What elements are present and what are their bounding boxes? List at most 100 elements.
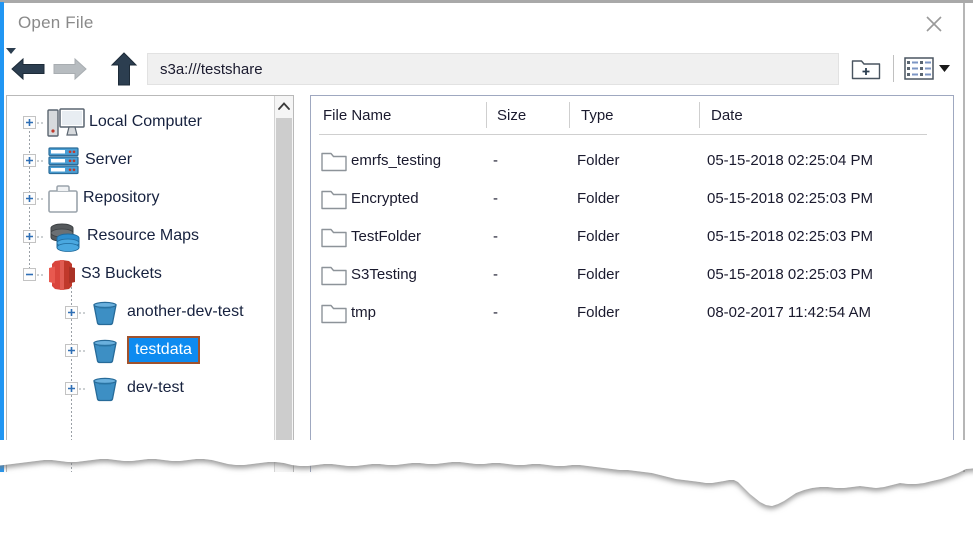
- cell-size: -: [493, 152, 498, 169]
- folder-icon: [321, 226, 347, 253]
- chevron-down-icon: [6, 48, 16, 55]
- arrow-left-icon: [10, 55, 46, 83]
- aws-s3-icon: [47, 259, 77, 291]
- cell-type: Folder: [577, 152, 620, 169]
- expand-toggle[interactable]: [23, 230, 36, 243]
- chevron-up-icon: [278, 102, 290, 110]
- column-header-date[interactable]: Date: [711, 107, 743, 124]
- window-right-border: [963, 3, 965, 472]
- address-input[interactable]: s3a:///testshare: [147, 53, 839, 85]
- sidebar-item-local-computer[interactable]: Local Computer: [7, 104, 275, 142]
- cell-date: 05-15-2018 02:25:03 PM: [707, 228, 873, 245]
- window-right-margin: [966, 3, 973, 472]
- window-title: Open File: [18, 13, 94, 33]
- collapse-toggle[interactable]: [23, 268, 36, 281]
- column-header-file-name[interactable]: File Name: [323, 107, 391, 124]
- arrow-right-icon: [52, 55, 88, 83]
- cell-type: Folder: [577, 190, 620, 207]
- sidebar-item-label: Local Computer: [89, 113, 202, 131]
- table-row[interactable]: tmp-Folder08-02-2017 11:42:54 AM: [311, 294, 953, 332]
- sidebar-item-dev-test[interactable]: dev-test: [7, 370, 275, 408]
- back-button[interactable]: [10, 55, 46, 88]
- expand-toggle[interactable]: [65, 306, 78, 319]
- expand-icon: [67, 308, 76, 317]
- sidebar-item-resource-maps[interactable]: Resource Maps: [7, 218, 275, 256]
- sidebar-item-server[interactable]: Server: [7, 142, 275, 180]
- bucket-icon: [91, 338, 119, 364]
- scroll-up-button[interactable]: [275, 96, 293, 116]
- sidebar-item-another-dev-test[interactable]: another-dev-test: [7, 294, 275, 332]
- cell-file-name: S3Testing: [351, 266, 417, 283]
- expand-icon: [25, 156, 34, 165]
- close-icon: [923, 13, 945, 35]
- sidebar-item-testdata[interactable]: testdata: [7, 332, 275, 370]
- folder-icon: [321, 188, 347, 215]
- sidebar-item-repository[interactable]: Repository: [7, 180, 275, 218]
- file-list-panel: File NameSizeTypeDate emrfs_testing-Fold…: [310, 95, 954, 472]
- server-icon: [47, 145, 81, 177]
- folder-icon: [321, 188, 347, 210]
- cell-date: 05-15-2018 02:25:03 PM: [707, 266, 873, 283]
- sidebar-item-s3-buckets[interactable]: S3 Buckets: [7, 256, 275, 294]
- bucket-icon: [91, 376, 119, 402]
- cell-type: Folder: [577, 228, 620, 245]
- column-separator[interactable]: [699, 102, 700, 128]
- table-row[interactable]: TestFolder - Folder 05-15-2018 02:25:03 PM: [311, 218, 953, 256]
- tree-content: Local Computer Server Repository Resource M…: [7, 96, 275, 472]
- view-details-icon: [904, 57, 934, 80]
- database-icon: [47, 221, 83, 253]
- scroll-thumb[interactable]: [276, 118, 292, 448]
- bucket-icon: [91, 300, 119, 326]
- cell-date: 05-15-2018 02:25:03 PM: [707, 190, 873, 207]
- sidebar-item-label: another-dev-test: [127, 303, 244, 321]
- cell-size: -: [493, 266, 498, 283]
- table-row[interactable]: emrfs_testing-Folder05-15-2018 02:25:04 …: [311, 142, 953, 180]
- repository-icon: [47, 184, 79, 214]
- up-button[interactable]: [109, 51, 139, 92]
- new-folder-button[interactable]: [847, 53, 885, 84]
- open-file-dialog: Open File: [0, 0, 973, 472]
- forward-button[interactable]: [52, 55, 88, 88]
- bucket-icon: [91, 300, 119, 326]
- close-button[interactable]: [909, 3, 959, 45]
- expand-icon: [67, 346, 76, 355]
- expand-icon: [25, 194, 34, 203]
- cell-file-name: Encrypted: [351, 190, 419, 207]
- folder-icon: [321, 150, 347, 172]
- sidebar-item-label: S3 Buckets: [81, 265, 162, 283]
- view-mode-button[interactable]: [902, 55, 936, 82]
- expand-toggle[interactable]: [65, 344, 78, 357]
- column-separator[interactable]: [486, 102, 487, 128]
- view-mode-dropdown-button[interactable]: [938, 63, 950, 75]
- sidebar-item-label: Server: [85, 151, 132, 169]
- column-header-size[interactable]: Size: [497, 107, 526, 124]
- folder-icon: [321, 264, 347, 286]
- cell-date: 08-02-2017 11:42:54 AM: [707, 304, 871, 321]
- repository-icon: [47, 184, 79, 214]
- address-value: s3a:///testshare: [148, 61, 263, 78]
- chevron-down-icon: [939, 65, 950, 73]
- cell-type: Folder: [577, 266, 620, 283]
- cell-type: Folder: [577, 304, 620, 321]
- cell-size: -: [493, 228, 498, 245]
- toolbar: s3a:///testshare: [4, 45, 963, 93]
- column-header-type[interactable]: Type: [581, 107, 614, 124]
- expand-toggle[interactable]: [23, 192, 36, 205]
- expand-icon: [67, 384, 76, 393]
- collapse-icon: [25, 270, 34, 279]
- expand-icon: [25, 118, 34, 127]
- table-row[interactable]: Encrypted-Folder05-15-2018 02:25:03 PM: [311, 180, 953, 218]
- arrow-up-icon: [109, 51, 139, 87]
- folder-icon: [321, 150, 347, 177]
- expand-toggle[interactable]: [23, 116, 36, 129]
- sidebar-item-label: Repository: [83, 189, 159, 207]
- table-row[interactable]: S3Testing - Folder 05-15-2018 02:25:03 PM: [311, 256, 953, 294]
- tree-scrollbar[interactable]: [274, 96, 293, 472]
- cell-file-name: TestFolder: [351, 228, 421, 245]
- sidebar-item-label: dev-test: [127, 379, 184, 397]
- expand-toggle[interactable]: [23, 154, 36, 167]
- column-separator[interactable]: [569, 102, 570, 128]
- expand-toggle[interactable]: [65, 382, 78, 395]
- folder-icon: [321, 226, 347, 248]
- folder-icon: [321, 302, 347, 324]
